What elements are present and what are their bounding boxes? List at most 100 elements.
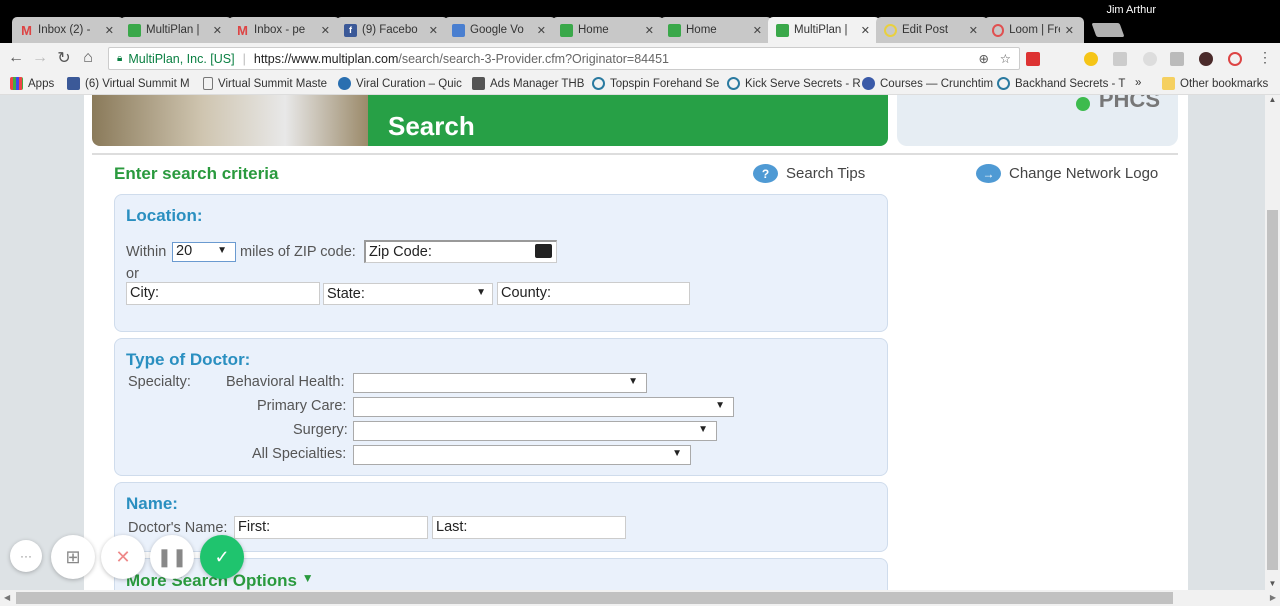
- scroll-right-icon[interactable]: ▶: [1270, 593, 1276, 602]
- county-input[interactable]: County:: [497, 282, 690, 305]
- chevron-down-icon: ▼: [476, 287, 486, 298]
- behavioral-health-select[interactable]: ▼: [353, 373, 647, 393]
- within-label: Within: [126, 244, 167, 260]
- search-tips-label: Search Tips: [786, 165, 866, 182]
- or-label: or: [126, 266, 139, 282]
- all-specialties-label: All Specialties:: [252, 446, 347, 462]
- menu-icon[interactable]: ⋮: [1258, 49, 1272, 66]
- bookmark-item[interactable]: Ads Manager THB: [472, 77, 584, 90]
- search-tips-link[interactable]: ? Search Tips: [753, 164, 865, 183]
- extension-k-icon[interactable]: [1199, 52, 1213, 66]
- all-specialties-select[interactable]: ▼: [353, 445, 691, 465]
- extension-u-icon[interactable]: [1143, 52, 1157, 66]
- extension-wj-icon[interactable]: [1170, 52, 1184, 66]
- tab-label: MultiPlan |: [146, 24, 200, 36]
- bookmark-item[interactable]: Backhand Secrets - T: [997, 77, 1125, 90]
- change-network-logo-link[interactable]: → Change Network Logo: [976, 164, 1158, 183]
- logo-mark: [1076, 97, 1090, 111]
- tab-gmail-inbox[interactable]: M Inbox (2) - ✕: [12, 17, 124, 43]
- separator: |: [242, 51, 246, 66]
- bookmark-item[interactable]: (6) Virtual Summit M: [67, 77, 190, 90]
- tab-label: MultiPlan |: [794, 24, 848, 36]
- extension-yellow-icon[interactable]: [1084, 52, 1098, 66]
- bookmark-label: Viral Curation – Quic: [356, 77, 462, 90]
- reload-icon[interactable]: ↻: [52, 48, 76, 68]
- extension-lastpass-icon[interactable]: [1026, 52, 1040, 66]
- close-tab-icon[interactable]: ✕: [645, 24, 654, 37]
- pause-icon[interactable]: ❚❚: [150, 535, 194, 579]
- close-tab-icon[interactable]: ✕: [861, 24, 870, 37]
- bookmark-item[interactable]: Virtual Summit Maste: [203, 77, 327, 90]
- page-icon: [203, 77, 213, 90]
- forward-icon[interactable]: →: [28, 49, 52, 67]
- arrow-right-icon: →: [976, 164, 1001, 183]
- tab-home-2[interactable]: Home ✕: [660, 17, 772, 43]
- tab-multiplan-active[interactable]: MultiPlan | ✕: [768, 17, 880, 43]
- scroll-thumb[interactable]: [1267, 210, 1278, 570]
- primary-care-select[interactable]: ▼: [353, 397, 734, 417]
- tab-facebook[interactable]: f (9) Facebo ✕: [336, 17, 448, 43]
- multiplan-icon: [668, 23, 681, 37]
- tab-multiplan[interactable]: MultiPlan | ✕: [120, 17, 232, 43]
- tab-google-voice[interactable]: Google Vo ✕: [444, 17, 556, 43]
- chevron-down-icon: ▼: [698, 424, 708, 435]
- home-icon[interactable]: ⌂: [76, 49, 100, 67]
- network-logo: PHCS: [897, 95, 1178, 146]
- bookmark-item[interactable]: Courses — Crunchtim: [862, 77, 993, 90]
- miles-select[interactable]: 20 ▼: [172, 242, 236, 262]
- tab-loom[interactable]: Loom | Fre ✕: [984, 17, 1084, 43]
- last-name-input[interactable]: Last:: [432, 516, 626, 539]
- logo-text: PHCS: [1098, 95, 1160, 112]
- county-placeholder: County:: [501, 285, 551, 301]
- surgery-select[interactable]: ▼: [353, 421, 717, 441]
- close-tab-icon[interactable]: ✕: [969, 24, 978, 37]
- close-tab-icon[interactable]: ✕: [105, 24, 114, 37]
- close-tab-icon[interactable]: ✕: [537, 24, 546, 37]
- profile-name[interactable]: Jim Arthur: [1106, 4, 1156, 16]
- state-select[interactable]: State: ▼: [323, 283, 493, 305]
- close-tab-icon[interactable]: ✕: [321, 24, 330, 37]
- contact-card-icon[interactable]: [535, 244, 552, 258]
- close-tab-icon[interactable]: ✕: [429, 24, 438, 37]
- close-tab-icon[interactable]: ✕: [213, 24, 222, 37]
- close-tab-icon[interactable]: ✕: [1065, 24, 1074, 37]
- other-bookmarks[interactable]: Other bookmarks: [1162, 77, 1268, 90]
- scroll-up-icon[interactable]: ▲: [1265, 95, 1280, 104]
- tab-gmail-inbox-2[interactable]: M Inbox - pe ✕: [228, 17, 340, 43]
- extension-loom-icon[interactable]: [1228, 52, 1242, 66]
- scroll-thumb[interactable]: [16, 592, 1173, 604]
- surgery-label: Surgery:: [293, 422, 348, 438]
- zip-code-input[interactable]: Zip Code:: [364, 240, 557, 263]
- horizontal-scrollbar[interactable]: ◀ ▶: [0, 590, 1280, 606]
- tab-edit-post[interactable]: Edit Post ✕: [876, 17, 988, 43]
- scroll-left-icon[interactable]: ◀: [4, 593, 10, 602]
- scroll-down-icon[interactable]: ▼: [1265, 579, 1280, 588]
- tab-home[interactable]: Home ✕: [552, 17, 664, 43]
- bookmark-item[interactable]: Kick Serve Secrets - R: [727, 77, 861, 90]
- bookmarks-overflow-button[interactable]: »: [1135, 77, 1141, 89]
- camera-toggle-icon[interactable]: ⊞: [51, 535, 95, 579]
- bookmark-item[interactable]: Viral Curation – Quic: [338, 77, 462, 90]
- more-options-icon[interactable]: ···: [10, 540, 42, 572]
- bookmark-label: (6) Virtual Summit M: [85, 77, 190, 90]
- new-tab-button[interactable]: [1091, 23, 1125, 37]
- zoom-icon[interactable]: ⊕: [979, 51, 989, 66]
- bookmark-star-icon[interactable]: ☆: [1000, 51, 1011, 66]
- bookmark-item[interactable]: Topspin Forehand Se: [592, 77, 719, 90]
- city-input[interactable]: City:: [126, 282, 320, 305]
- chevron-down-icon: ▼: [715, 400, 725, 411]
- bookmark-apps[interactable]: Apps: [10, 77, 54, 90]
- ads-manager-icon: [472, 77, 485, 90]
- bookmark-label: Other bookmarks: [1180, 77, 1269, 90]
- close-tab-icon[interactable]: ✕: [753, 24, 762, 37]
- multiplan-icon: [560, 23, 573, 37]
- tab-strip: M Inbox (2) - ✕ MultiPlan | ✕ M Inbox - pe ✕ …: [0, 0, 1280, 43]
- finish-recording-icon[interactable]: ✓: [200, 535, 244, 579]
- vertical-scrollbar[interactable]: ▲ ▼: [1265, 95, 1280, 590]
- address-bar[interactable]: 🔒︎ MultiPlan, Inc. [US] | https://www.mu…: [108, 47, 1020, 70]
- extension-grey-icon[interactable]: [1113, 52, 1127, 66]
- chevron-down-icon: ▼: [672, 448, 682, 459]
- first-name-input[interactable]: First:: [234, 516, 428, 539]
- back-icon[interactable]: ←: [4, 49, 28, 67]
- cancel-recording-icon[interactable]: ✕: [101, 535, 145, 579]
